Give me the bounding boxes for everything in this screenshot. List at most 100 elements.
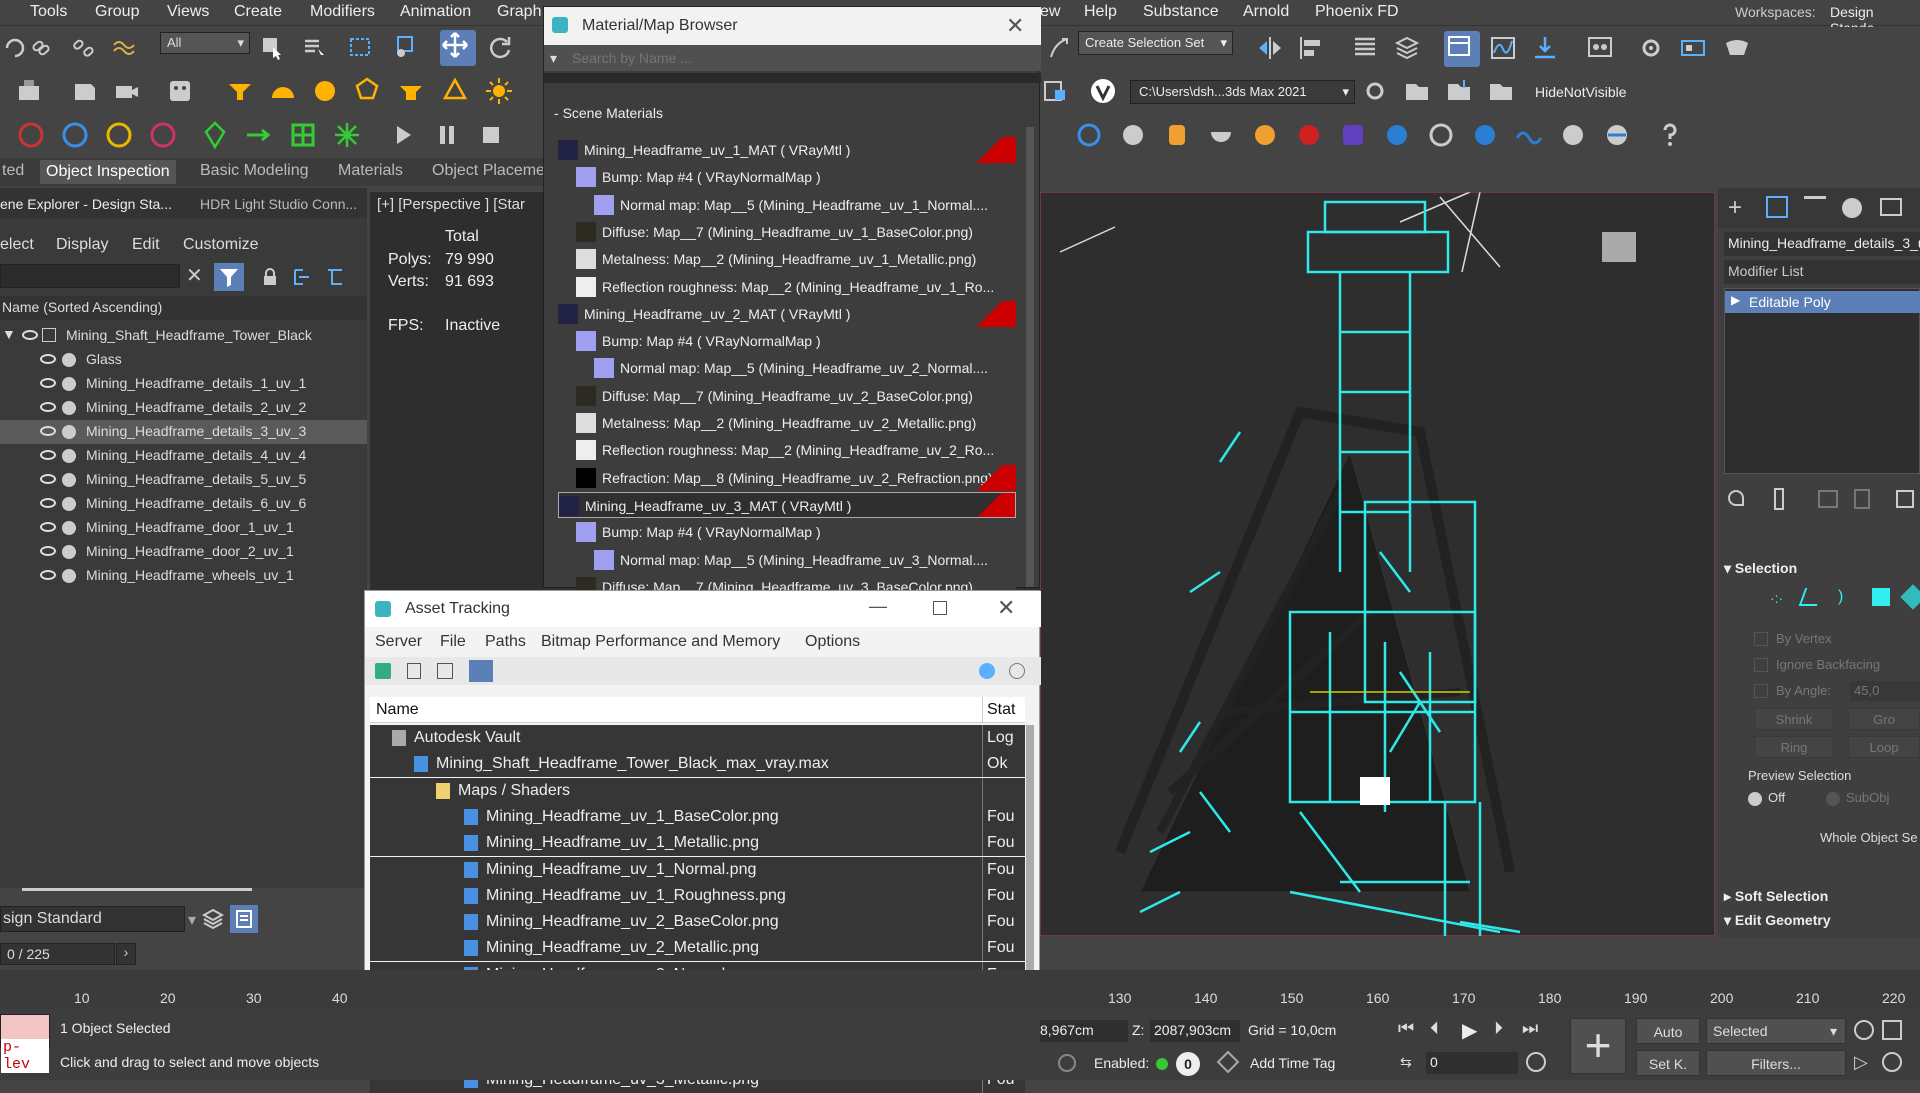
tree-row[interactable]: Mining_Headframe_details_2_uv_2: [0, 396, 367, 420]
tree-row-root[interactable]: ▼ Mining_Shaft_Headframe_Tower_Black: [0, 324, 367, 348]
vray-tool-11-icon[interactable]: [1514, 120, 1544, 150]
render-production-icon[interactable]: [1722, 33, 1752, 63]
tree-row[interactable]: Mining_Headframe_wheels_uv_1: [0, 564, 367, 588]
hierarchy-tab-icon[interactable]: [1804, 196, 1826, 218]
material-browser-scrollbar[interactable]: [1026, 127, 1034, 587]
play-animation-icon[interactable]: ▶: [1462, 1018, 1477, 1043]
menu-options[interactable]: Options: [805, 633, 860, 651]
forest-pack-icon[interactable]: [200, 120, 230, 150]
select-and-rotate-icon[interactable]: [485, 33, 515, 63]
menu-edit[interactable]: Edit: [132, 236, 160, 254]
motion-tab-icon[interactable]: [1842, 198, 1862, 218]
project-settings-icon[interactable]: [1360, 76, 1390, 106]
layer-hierarchy-icon[interactable]: [325, 267, 347, 287]
vray-tool-3-icon[interactable]: [1162, 120, 1192, 150]
map-row[interactable]: Refraction: Map__8 (Mining_Headframe_uv_…: [576, 464, 1016, 491]
menu-modifiers[interactable]: Modifiers: [310, 3, 375, 21]
map-row[interactable]: Diffuse: Map__7 (Mining_Headframe_uv_2_B…: [576, 382, 1016, 409]
menu-view-partial[interactable]: ew: [1040, 3, 1060, 21]
spotlight-icon[interactable]: [225, 76, 255, 106]
table-view-icon[interactable]: [469, 660, 493, 682]
tree-row[interactable]: Mining_Headframe_details_1_uv_1: [0, 372, 367, 396]
edge-level-icon[interactable]: [1798, 588, 1824, 606]
configure-sets-icon[interactable]: [1896, 490, 1914, 508]
menu-bitmap-performance[interactable]: Bitmap Performance and Memory: [541, 633, 780, 651]
stop-icon[interactable]: [476, 120, 506, 150]
phoenix-particle-icon[interactable]: [148, 120, 178, 150]
vray-tool-4-icon[interactable]: [1206, 120, 1236, 150]
ring-button[interactable]: Ring: [1754, 736, 1834, 758]
visibility-eye-icon[interactable]: [40, 498, 56, 508]
select-object-icon[interactable]: [258, 33, 288, 63]
help-icon[interactable]: [1655, 120, 1685, 150]
map-row[interactable]: Metalness: Map__2 (Mining_Headframe_uv_2…: [576, 410, 1016, 436]
phoenix-source-icon[interactable]: [104, 120, 134, 150]
field-of-view-icon[interactable]: ▷: [1854, 1052, 1868, 1073]
menu-arnold[interactable]: Arnold: [1243, 3, 1289, 21]
set-key-icon[interactable]: +: [1570, 1018, 1626, 1074]
show-end-result-icon[interactable]: [1774, 488, 1784, 510]
unlink-icon[interactable]: [68, 33, 98, 63]
minimize-icon[interactable]: —: [869, 596, 887, 617]
ignore-backfacing-checkbox[interactable]: [1754, 658, 1768, 672]
preview-off-radio[interactable]: [1748, 792, 1762, 806]
headframe-tower-model[interactable]: [1040, 192, 1715, 936]
vault-settings-icon[interactable]: [1009, 663, 1025, 679]
tree-row[interactable]: Mining_Headframe_details_6_uv_6: [0, 492, 367, 516]
visibility-eye-icon[interactable]: [40, 546, 56, 556]
viewport-label[interactable]: [+] [Perspective ] [Star: [377, 196, 525, 213]
select-by-name-icon[interactable]: [300, 33, 330, 63]
next-frame-icon[interactable]: ⏵: [1494, 1018, 1503, 1039]
modifier-list-dropdown[interactable]: Modifier List: [1724, 260, 1920, 284]
scatter-grid-icon[interactable]: [288, 120, 318, 150]
key-filters-button[interactable]: Filters...: [1706, 1050, 1846, 1076]
vray-logo-icon[interactable]: [1088, 76, 1118, 106]
ies-light-icon[interactable]: [396, 76, 426, 106]
scene-file-row[interactable]: Mining_Shaft_Headframe_Tower_Black_max_v…: [370, 751, 1025, 778]
expand-arrow-icon[interactable]: ▶: [1731, 293, 1740, 307]
tab-object-placement[interactable]: Object Placeme: [432, 162, 545, 180]
expand-arrow-icon[interactable]: ▼: [2, 326, 16, 342]
current-frame-field[interactable]: 0: [1426, 1052, 1518, 1074]
menu-views[interactable]: Views: [167, 3, 209, 21]
remove-modifier-icon[interactable]: [1854, 489, 1870, 509]
menu-file[interactable]: File: [440, 633, 466, 651]
vault-status-icon[interactable]: [979, 663, 995, 679]
next-frame-icon[interactable]: ›: [116, 943, 136, 965]
key-mode-icon[interactable]: ⇆: [1400, 1054, 1412, 1071]
layer-dropdown[interactable]: sign Standard ▾: [0, 906, 196, 932]
visibility-eye-icon[interactable]: [40, 450, 56, 460]
project-folder-icon[interactable]: [1486, 76, 1516, 106]
grow-button[interactable]: Gro: [1848, 708, 1920, 730]
modify-tab-icon[interactable]: [1766, 196, 1788, 218]
create-camera-icon[interactable]: [112, 76, 142, 106]
map-row[interactable]: Diffuse: Map__7 (Mining_Headframe_uv_1_B…: [576, 218, 1016, 245]
menu-graph[interactable]: Graph: [497, 3, 541, 21]
align-icon[interactable]: [1296, 33, 1326, 63]
map-row[interactable]: Bump: Map #4 ( VRayNormalMap ): [576, 328, 1016, 355]
time-tag-icon[interactable]: [1216, 1050, 1240, 1074]
visibility-eye-icon[interactable]: [40, 474, 56, 484]
visibility-eye-icon[interactable]: [40, 570, 56, 580]
map-row[interactable]: Bump: Map #4 ( VRayNormalMap ): [576, 519, 1016, 546]
railclone-icon[interactable]: [244, 120, 274, 150]
tree-row[interactable]: Mining_Headframe_details_3_uv_3: [0, 420, 367, 444]
polygon-level-icon[interactable]: [1872, 588, 1890, 606]
menu-phoenix-fd[interactable]: Phoenix FD: [1315, 3, 1399, 21]
asset-file-row[interactable]: Mining_Headframe_uv_2_Metallic.png Fou: [370, 935, 1025, 962]
pause-icon[interactable]: [432, 120, 462, 150]
rollout-edit-geometry[interactable]: ▾ Edit Geometry: [1724, 912, 1920, 934]
orbit-icon[interactable]: [1882, 1052, 1902, 1072]
material-search-input[interactable]: [566, 47, 1036, 69]
material-row[interactable]: Mining_Headframe_uv_2_MAT ( VRayMtl ): [558, 300, 1016, 327]
map-row[interactable]: Normal map: Map__5 (Mining_Headframe_uv_…: [594, 191, 1016, 218]
material-editor-icon[interactable]: [1585, 33, 1615, 63]
visibility-eye-icon[interactable]: [40, 426, 56, 436]
material-row[interactable]: Mining_Headframe_uv_3_MAT ( VRayMtl ): [558, 491, 1016, 518]
time-configuration-icon[interactable]: [1526, 1052, 1546, 1072]
filter-icon[interactable]: [214, 263, 244, 291]
hierarchy-icon[interactable]: [292, 267, 314, 287]
vault-row[interactable]: Autodesk Vault Log: [370, 725, 1025, 751]
map-row[interactable]: Reflection roughness: Map__2 (Mining_Hea…: [576, 437, 1016, 464]
vray-tool-9-icon[interactable]: [1426, 120, 1456, 150]
